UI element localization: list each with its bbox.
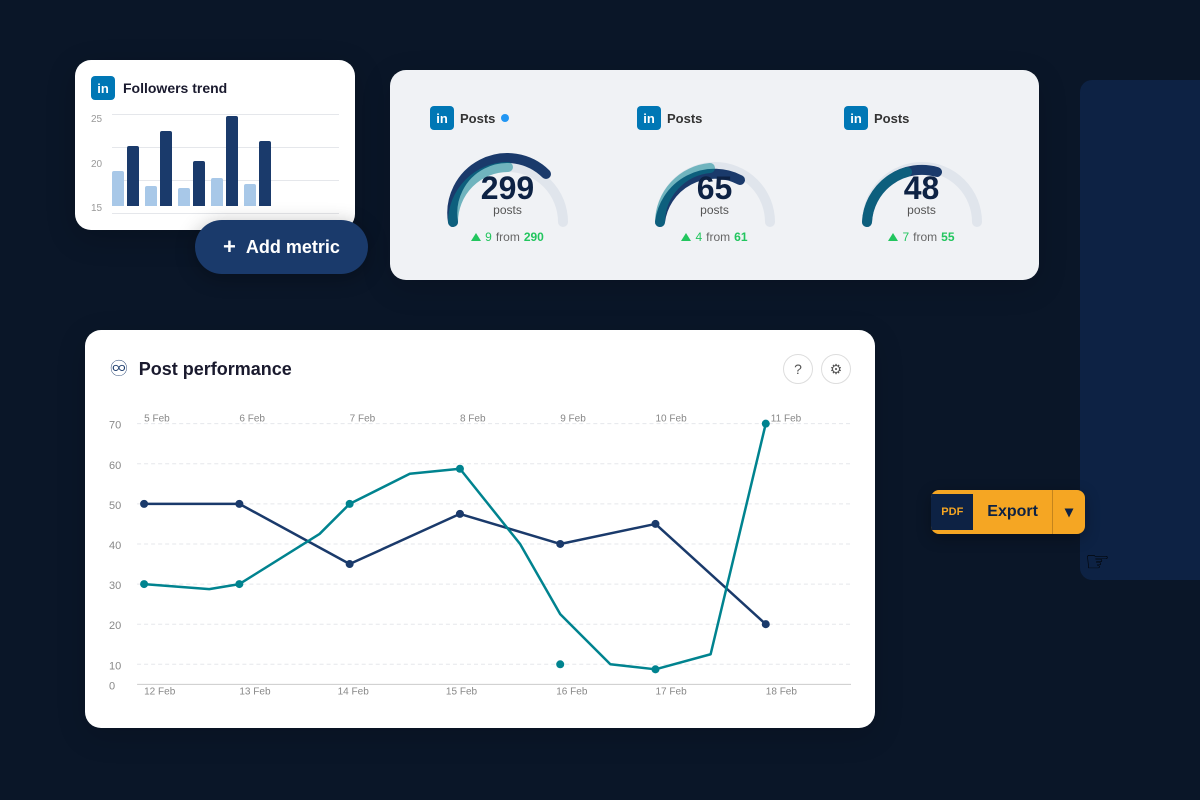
svg-text:12 Feb: 12 Feb bbox=[144, 686, 176, 697]
gauge-label-1: posts bbox=[493, 203, 522, 217]
svg-text:10 Feb: 10 Feb bbox=[655, 414, 687, 425]
change-value-2: 4 bbox=[695, 230, 702, 244]
post-card-title-3: Posts bbox=[874, 111, 909, 126]
followers-card-title: Followers trend bbox=[123, 80, 227, 96]
bar-chart bbox=[112, 114, 339, 214]
gauge-3: 48 posts bbox=[852, 142, 992, 222]
svg-text:11 Feb: 11 Feb bbox=[771, 414, 802, 425]
change-indicator-2: 4 from 61 bbox=[681, 230, 747, 244]
gauge-2: 65 posts bbox=[645, 142, 785, 222]
gauge-number-2: 65 bbox=[697, 170, 733, 207]
arrow-up-icon-3 bbox=[888, 233, 898, 241]
card-header: in Followers trend bbox=[91, 76, 339, 100]
gauge-1: 299 posts bbox=[438, 142, 578, 222]
svg-text:18 Feb: 18 Feb bbox=[766, 686, 798, 697]
post-card-48: in Posts 48 posts 7 from 55 bbox=[824, 90, 1019, 260]
bar-group bbox=[211, 116, 238, 206]
svg-text:7 Feb: 7 Feb bbox=[350, 414, 376, 425]
svg-text:30: 30 bbox=[109, 580, 121, 592]
plus-icon: + bbox=[223, 234, 236, 260]
post-card-title-2: Posts bbox=[667, 111, 702, 126]
export-button[interactable]: PDF Export ▾ bbox=[931, 490, 1085, 534]
performance-actions: ? ⚙ bbox=[783, 354, 851, 384]
post-card-header-3: in Posts bbox=[844, 106, 999, 130]
help-button[interactable]: ? bbox=[783, 354, 813, 384]
perf-title-group: ♾ Post performance bbox=[109, 356, 292, 382]
svg-text:15 Feb: 15 Feb bbox=[446, 686, 478, 697]
from-value-1: 290 bbox=[524, 230, 544, 244]
export-label: Export bbox=[973, 491, 1052, 533]
post-card-title-1: Posts bbox=[460, 111, 495, 126]
change-from-3: from bbox=[913, 230, 937, 244]
settings-button[interactable]: ⚙ bbox=[821, 354, 851, 384]
svg-text:9 Feb: 9 Feb bbox=[560, 414, 586, 425]
change-indicator-3: 7 from 55 bbox=[888, 230, 954, 244]
bar-group bbox=[112, 146, 139, 206]
svg-text:20: 20 bbox=[109, 620, 121, 632]
svg-text:10: 10 bbox=[109, 660, 121, 672]
svg-text:60: 60 bbox=[109, 460, 121, 472]
post-card-header-2: in Posts bbox=[637, 106, 792, 130]
post-card-65: in Posts 65 posts 4 from 61 bbox=[617, 90, 812, 260]
performance-chart: 70 60 50 40 30 20 10 0 5 Feb 6 Feb 7 F bbox=[109, 404, 851, 704]
arrow-up-icon-2 bbox=[681, 233, 691, 241]
svg-text:40: 40 bbox=[109, 540, 121, 552]
performance-header: ♾ Post performance ? ⚙ bbox=[109, 354, 851, 384]
svg-text:70: 70 bbox=[109, 420, 121, 432]
gauge-label-3: posts bbox=[907, 203, 936, 217]
performance-title: Post performance bbox=[139, 359, 292, 380]
performance-icon: ♾ bbox=[109, 356, 129, 382]
gauge-number-3: 48 bbox=[904, 170, 940, 207]
scene: in Followers trend 25 20 15 bbox=[0, 0, 1200, 800]
svg-text:13 Feb: 13 Feb bbox=[239, 686, 271, 697]
post-card-header: in Posts bbox=[430, 106, 585, 130]
svg-text:8 Feb: 8 Feb bbox=[460, 414, 486, 425]
change-from-1: from bbox=[496, 230, 520, 244]
change-value-1: 9 bbox=[485, 230, 492, 244]
svg-text:5 Feb: 5 Feb bbox=[144, 414, 170, 425]
arrow-up-icon bbox=[471, 233, 481, 241]
change-from-2: from bbox=[706, 230, 730, 244]
add-metric-label: Add metric bbox=[246, 237, 340, 258]
bar-group bbox=[244, 141, 271, 206]
svg-text:6 Feb: 6 Feb bbox=[239, 414, 265, 425]
chevron-down-icon[interactable]: ▾ bbox=[1053, 490, 1085, 534]
bar-group bbox=[178, 161, 205, 206]
followers-trend-card: in Followers trend 25 20 15 bbox=[75, 60, 355, 230]
posts-cards-container: in Posts 299 posts 9 from bbox=[390, 70, 1039, 280]
svg-text:16 Feb: 16 Feb bbox=[556, 686, 588, 697]
change-indicator-1: 9 from 290 bbox=[471, 230, 544, 244]
svg-text:14 Feb: 14 Feb bbox=[338, 686, 370, 697]
linkedin-logo-1: in bbox=[430, 106, 454, 130]
gauge-label-2: posts bbox=[700, 203, 729, 217]
linkedin-logo: in bbox=[91, 76, 115, 100]
post-card-299: in Posts 299 posts 9 from bbox=[410, 90, 605, 260]
cursor-pointer: ☞ bbox=[1085, 545, 1110, 578]
y-axis: 25 20 15 bbox=[91, 114, 102, 214]
linkedin-logo-3: in bbox=[844, 106, 868, 130]
bar-group bbox=[145, 131, 172, 206]
status-dot-blue bbox=[501, 114, 509, 122]
chart-area: 70 60 50 40 30 20 10 0 5 Feb 6 Feb 7 F bbox=[109, 404, 851, 704]
change-value-3: 7 bbox=[902, 230, 909, 244]
from-value-3: 55 bbox=[941, 230, 954, 244]
add-metric-button[interactable]: + Add metric bbox=[195, 220, 368, 274]
linkedin-logo-2: in bbox=[637, 106, 661, 130]
gauge-number-1: 299 bbox=[481, 170, 534, 207]
from-value-2: 61 bbox=[734, 230, 747, 244]
pdf-badge: PDF bbox=[931, 494, 973, 530]
svg-text:17 Feb: 17 Feb bbox=[655, 686, 687, 697]
svg-text:0: 0 bbox=[109, 680, 115, 692]
post-performance-card: ♾ Post performance ? ⚙ 70 60 50 40 30 bbox=[85, 330, 875, 728]
svg-text:50: 50 bbox=[109, 500, 121, 512]
dark-sidebar-accent bbox=[1080, 80, 1200, 580]
